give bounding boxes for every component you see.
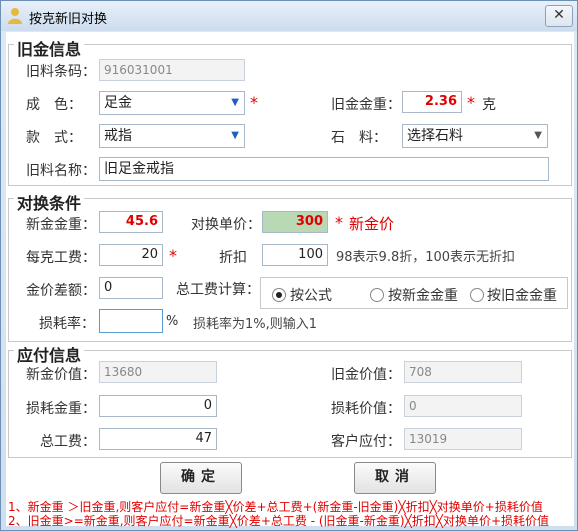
discount-field[interactable]: 100 (262, 244, 328, 266)
total-labor-calc-label: 总工费计算： (176, 282, 260, 298)
loss-value-label: 损耗价值： (331, 401, 401, 417)
exchange-legend: 对换条件 (14, 190, 85, 214)
total-labor-field[interactable]: 47 (99, 428, 217, 450)
unit-price-field[interactable]: 300 (262, 211, 328, 233)
confirm-button[interactable]: 确定 (160, 462, 242, 494)
required-star: * (250, 93, 258, 112)
loss-rate-hint: 损耗率为1%,则输入1 (193, 317, 318, 332)
user-icon (8, 8, 22, 24)
cancel-button[interactable]: 取消 (354, 462, 436, 494)
total-labor-label: 总工费： (40, 434, 96, 450)
formula-note-2: 2、旧金重>=新金重,则客户应付=新金重╳价差+总工费 - (旧金重-新金重)╳… (8, 514, 550, 528)
unit-price-label: 对换单价： (191, 217, 261, 233)
stone-select[interactable]: 选择石料 ▼ (402, 124, 548, 148)
barcode-label: 旧料条码： (26, 64, 96, 80)
chevron-down-icon: ▼ (231, 130, 239, 141)
loss-weight-label: 损耗金重： (26, 401, 96, 417)
stone-label: 石 料： (331, 130, 387, 146)
old-gold-legend: 旧金信息 (14, 36, 85, 60)
unit-price-note: 新金价 (349, 215, 395, 233)
style-label: 款 式： (26, 130, 82, 146)
old-weight-field[interactable]: 2.36 (402, 91, 462, 113)
old-value-label: 旧金价值： (331, 367, 401, 383)
chevron-down-icon: ▼ (534, 130, 542, 141)
window-title: 按克新旧对换 (29, 12, 108, 27)
old-weight-label: 旧金金重： (331, 97, 401, 113)
dialog-body: 旧金信息 旧料条码： 916031001 成 色： 足金 ▼ * 旧金金重： 2… (6, 32, 574, 528)
close-button[interactable]: ✕ (545, 5, 573, 27)
loss-value-field[interactable]: 0 (404, 395, 522, 417)
radio-formula[interactable] (272, 288, 286, 302)
radio-new-weight[interactable] (370, 288, 384, 302)
radio-old-weight-label[interactable]: 按旧金金重 (487, 285, 557, 305)
new-weight-label: 新金金重： (26, 217, 96, 233)
weight-unit: 克 (482, 97, 496, 113)
customer-pay-field[interactable]: 13019 (404, 428, 522, 450)
old-name-label: 旧料名称： (26, 163, 96, 179)
payment-legend: 应付信息 (14, 342, 85, 366)
customer-pay-label: 客户应付： (331, 434, 401, 450)
labor-per-gram-field[interactable]: 20 (99, 244, 163, 266)
radio-formula-label[interactable]: 按公式 (290, 285, 332, 305)
new-value-label: 新金价值： (26, 367, 96, 383)
old-name-field[interactable]: 旧足金戒指 (99, 157, 549, 181)
discount-hint: 98表示9.8折，100表示无折扣 (336, 250, 516, 265)
new-weight-field[interactable]: 45.6 (99, 211, 163, 233)
style-select-value: 戒指 (104, 128, 132, 144)
discount-label: 折扣 (219, 250, 247, 266)
price-diff-field[interactable]: 0 (99, 277, 163, 299)
stone-select-value: 选择石料 (407, 128, 463, 144)
color-select[interactable]: 足金 ▼ (99, 91, 245, 115)
dialog-window: 按克新旧对换 ✕ 旧金信息 旧料条码： 916031001 成 色： 足金 ▼ … (0, 0, 578, 531)
required-star: * (169, 246, 177, 265)
barcode-field[interactable]: 916031001 (99, 59, 245, 81)
color-label: 成 色： (26, 97, 82, 113)
required-star: * (467, 93, 475, 112)
labor-per-gram-label: 每克工费： (26, 250, 96, 266)
price-diff-label: 金价差额： (26, 283, 96, 299)
loss-rate-unit: % (166, 314, 179, 329)
old-value-field[interactable]: 708 (404, 361, 522, 383)
style-select[interactable]: 戒指 ▼ (99, 124, 245, 148)
radio-old-weight[interactable] (470, 288, 484, 302)
loss-rate-field[interactable] (99, 309, 163, 333)
new-value-field[interactable]: 13680 (99, 361, 217, 383)
required-star: * (335, 213, 343, 232)
loss-weight-field[interactable]: 0 (99, 395, 217, 417)
loss-rate-label: 损耗率： (39, 316, 95, 332)
title-bar: 按克新旧对换 ✕ (1, 1, 577, 31)
color-select-value: 足金 (104, 95, 132, 111)
chevron-down-icon: ▼ (231, 97, 239, 108)
radio-new-weight-label[interactable]: 按新金金重 (388, 285, 458, 305)
